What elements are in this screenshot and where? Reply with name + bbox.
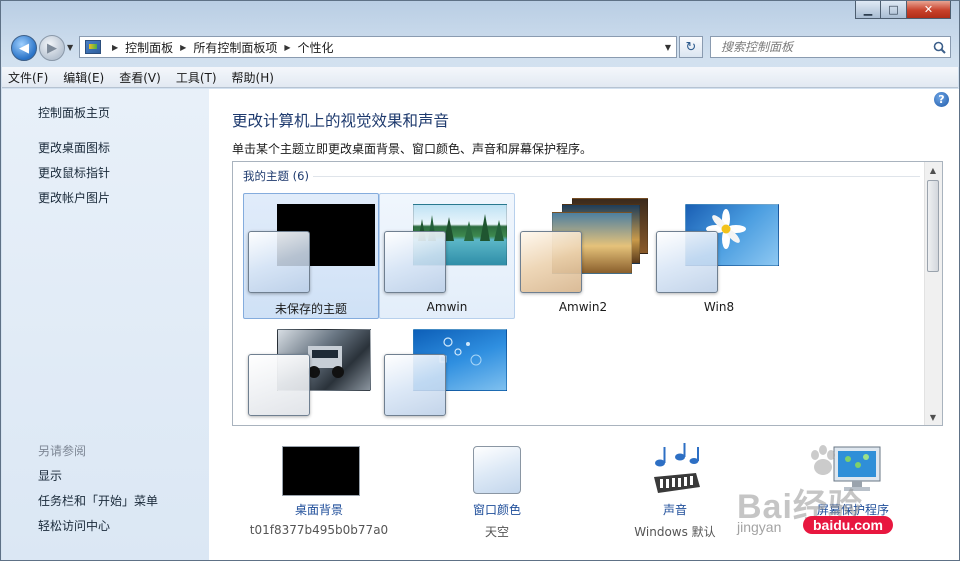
window-color-swatch bbox=[384, 231, 446, 293]
ease-of-access-link[interactable]: 轻松访问中心 bbox=[38, 517, 110, 534]
personalization-window: ▁ □ ✕ ◀ ▶ ▼ ▶ 控制面板 ▶ 所有控制面板项 ▶ 个性化 ▼ ↻ 文… bbox=[0, 0, 960, 561]
help-icon[interactable]: ? bbox=[934, 92, 949, 107]
caption-buttons: ▁ □ ✕ bbox=[855, 1, 951, 21]
desktop-background-icon[interactable] bbox=[282, 446, 360, 496]
menu-help[interactable]: 帮助(H) bbox=[232, 69, 274, 86]
main-content: ? 更改计算机上的视觉效果和声音 单击某个主题立即更改桌面背景、窗口颜色、声音和… bbox=[209, 89, 959, 560]
window-color-label[interactable]: 窗口颜色 bbox=[412, 501, 582, 518]
theme-tile-unsaved[interactable]: 未保存的主题 bbox=[243, 193, 379, 319]
window-color-setting[interactable]: 窗口颜色 天空 bbox=[412, 441, 582, 551]
theme-tile-6[interactable] bbox=[379, 324, 515, 425]
change-mouse-pointers-link[interactable]: 更改鼠标指针 bbox=[38, 164, 110, 181]
task-pane: 控制面板主页 更改桌面图标 更改鼠标指针 更改帐户图片 另请参阅 显示 任务栏和… bbox=[2, 89, 209, 560]
theme-name: Win8 bbox=[703, 300, 735, 314]
theme-tile-amwin[interactable]: Amwin bbox=[379, 193, 515, 319]
desktop-background-value: t01f8377b495b0b77a0 bbox=[249, 523, 389, 537]
maximize-button[interactable]: □ bbox=[881, 1, 907, 19]
screensaver-label[interactable]: 屏幕保护程序 bbox=[768, 501, 938, 518]
desktop-background-label[interactable]: 桌面背景 bbox=[234, 501, 404, 518]
search-input[interactable] bbox=[719, 39, 928, 55]
menu-view[interactable]: 查看(V) bbox=[119, 69, 161, 86]
breadcrumb-arrow-icon[interactable]: ▶ bbox=[284, 43, 290, 52]
control-panel-icon bbox=[85, 40, 101, 54]
sounds-label[interactable]: 声音 bbox=[590, 501, 760, 518]
breadcrumb-arrow-icon[interactable]: ▶ bbox=[112, 43, 118, 52]
screensaver-setting[interactable]: 屏幕保护程序 bbox=[768, 441, 938, 551]
breadcrumb-all-items[interactable]: 所有控制面板项 bbox=[193, 39, 277, 56]
theme-tile-amwin2[interactable]: Amwin2 bbox=[515, 193, 651, 319]
sounds-icon[interactable] bbox=[650, 443, 702, 495]
breadcrumb-control-panel[interactable]: 控制面板 bbox=[125, 39, 173, 56]
control-panel-home-link[interactable]: 控制面板主页 bbox=[38, 104, 110, 121]
page-title: 更改计算机上的视觉效果和声音 bbox=[232, 112, 450, 130]
address-bar[interactable]: ▶ 控制面板 ▶ 所有控制面板项 ▶ 个性化 ▼ bbox=[79, 36, 677, 58]
theme-name: Amwin2 bbox=[558, 300, 608, 314]
my-themes-group-label: 我的主题 (6) bbox=[243, 169, 309, 183]
window-color-swatch bbox=[248, 231, 310, 293]
theme-list: 我的主题 (6) 未保存的主题 Amwin Amwin2 Win8 ▲ ▼ bbox=[232, 161, 943, 426]
window-color-swatch bbox=[248, 354, 310, 416]
screensaver-icon[interactable] bbox=[830, 443, 884, 495]
window-color-swatch bbox=[520, 231, 582, 293]
window-color-swatch bbox=[384, 354, 446, 416]
taskbar-start-menu-link[interactable]: 任务栏和「开始」菜单 bbox=[38, 492, 158, 509]
menu-edit[interactable]: 编辑(E) bbox=[63, 69, 104, 86]
see-also-heading: 另请参阅 bbox=[38, 444, 87, 458]
group-divider bbox=[313, 176, 920, 177]
search-box[interactable] bbox=[710, 36, 951, 58]
search-icon[interactable] bbox=[928, 37, 950, 57]
refresh-button[interactable]: ↻ bbox=[679, 36, 703, 58]
theme-name: Amwin bbox=[426, 300, 468, 314]
window-color-value: 天空 bbox=[484, 525, 509, 539]
theme-tile-win8[interactable]: Win8 bbox=[651, 193, 787, 319]
navigation-bar: ◀ ▶ ▼ ▶ 控制面板 ▶ 所有控制面板项 ▶ 个性化 ▼ ↻ bbox=[1, 31, 959, 63]
display-link[interactable]: 显示 bbox=[38, 467, 62, 484]
desktop-background-setting[interactable]: 桌面背景 t01f8377b495b0b77a0 bbox=[234, 441, 404, 551]
breadcrumb-arrow-icon[interactable]: ▶ bbox=[180, 43, 186, 52]
forward-button[interactable]: ▶ bbox=[39, 35, 65, 61]
scroll-down-icon[interactable]: ▼ bbox=[925, 409, 941, 425]
back-button[interactable]: ◀ bbox=[11, 35, 37, 61]
change-account-picture-link[interactable]: 更改帐户图片 bbox=[38, 189, 110, 206]
address-dropdown-icon[interactable]: ▼ bbox=[665, 43, 671, 52]
breadcrumb-personalization[interactable]: 个性化 bbox=[298, 39, 334, 56]
change-desktop-icons-link[interactable]: 更改桌面图标 bbox=[38, 139, 110, 156]
recent-pages-dropdown-icon[interactable]: ▼ bbox=[67, 43, 73, 52]
scroll-up-icon[interactable]: ▲ bbox=[925, 162, 941, 178]
menu-bar: 文件(F) 编辑(E) 查看(V) 工具(T) 帮助(H) bbox=[2, 67, 958, 88]
sounds-value: Windows 默认 bbox=[634, 525, 716, 539]
theme-tile-5[interactable] bbox=[243, 324, 379, 425]
menu-tools[interactable]: 工具(T) bbox=[176, 69, 217, 86]
theme-list-scrollbar[interactable]: ▲ ▼ bbox=[924, 162, 942, 425]
close-button[interactable]: ✕ bbox=[907, 1, 951, 19]
minimize-button[interactable]: ▁ bbox=[855, 1, 881, 19]
window-color-swatch bbox=[656, 231, 718, 293]
theme-name: 未保存的主题 bbox=[274, 302, 347, 316]
window-color-icon[interactable] bbox=[473, 446, 521, 494]
scroll-thumb[interactable] bbox=[927, 180, 939, 272]
page-description: 单击某个主题立即更改桌面背景、窗口颜色、声音和屏幕保护程序。 bbox=[232, 142, 593, 156]
menu-file[interactable]: 文件(F) bbox=[8, 69, 48, 86]
sounds-setting[interactable]: 声音 Windows 默认 bbox=[590, 441, 760, 551]
